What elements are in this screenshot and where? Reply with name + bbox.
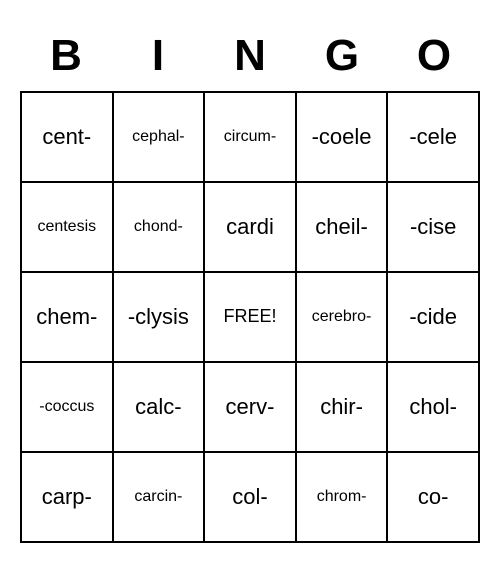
bingo-row: -coccuscalc-cerv-chir-chol- — [22, 363, 480, 453]
bingo-cell[interactable]: cerv- — [205, 363, 297, 453]
bingo-row: cent-cephal-circum--coele-cele — [22, 93, 480, 183]
bingo-cell[interactable]: chrom- — [297, 453, 389, 543]
bingo-row: carp-carcin-col-chrom-co- — [22, 453, 480, 543]
bingo-cell[interactable]: cent- — [22, 93, 114, 183]
bingo-card: B I N G O cent-cephal-circum--coele-cele… — [20, 25, 480, 543]
bingo-cell[interactable]: calc- — [114, 363, 206, 453]
bingo-cell[interactable]: -cise — [388, 183, 480, 273]
bingo-cell[interactable]: co- — [388, 453, 480, 543]
bingo-cell[interactable]: cerebro- — [297, 273, 389, 363]
bingo-cell[interactable]: -cele — [388, 93, 480, 183]
bingo-cell[interactable]: -coccus — [22, 363, 114, 453]
bingo-cell[interactable]: -coele — [297, 93, 389, 183]
bingo-row: centesischond-cardicheil--cise — [22, 183, 480, 273]
bingo-cell[interactable]: chem- — [22, 273, 114, 363]
bingo-cell[interactable]: centesis — [22, 183, 114, 273]
bingo-cell[interactable]: -clysis — [114, 273, 206, 363]
header-g: G — [296, 25, 388, 91]
header-b: B — [20, 25, 112, 91]
bingo-cell[interactable]: carcin- — [114, 453, 206, 543]
bingo-header: B I N G O — [20, 25, 480, 91]
bingo-cell[interactable]: carp- — [22, 453, 114, 543]
bingo-cell[interactable]: chond- — [114, 183, 206, 273]
bingo-cell[interactable]: circum- — [205, 93, 297, 183]
free-space[interactable]: FREE! — [205, 273, 297, 363]
bingo-cell[interactable]: cheil- — [297, 183, 389, 273]
bingo-cell[interactable]: col- — [205, 453, 297, 543]
bingo-cell[interactable]: chol- — [388, 363, 480, 453]
header-o: O — [388, 25, 480, 91]
bingo-row: chem--clysisFREE!cerebro--cide — [22, 273, 480, 363]
header-n: N — [204, 25, 296, 91]
bingo-grid: cent-cephal-circum--coele-celecentesisch… — [20, 91, 480, 543]
header-i: I — [112, 25, 204, 91]
bingo-cell[interactable]: cardi — [205, 183, 297, 273]
bingo-cell[interactable]: -cide — [388, 273, 480, 363]
bingo-cell[interactable]: chir- — [297, 363, 389, 453]
bingo-cell[interactable]: cephal- — [114, 93, 206, 183]
